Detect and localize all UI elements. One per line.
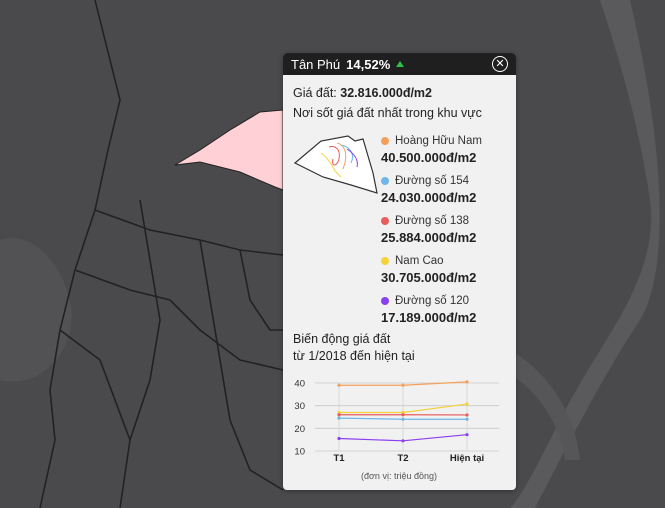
data-point bbox=[337, 413, 341, 417]
y-tick-label: 10 bbox=[294, 447, 305, 458]
legend-dot bbox=[381, 297, 389, 305]
legend-item: Hoàng Hữu Nam 40.500.000đ/m2 bbox=[381, 133, 513, 173]
district-name: Tân Phú bbox=[291, 56, 341, 72]
x-tick-label: T2 bbox=[397, 453, 408, 464]
data-point bbox=[401, 383, 405, 387]
data-point bbox=[337, 436, 341, 441]
river-branch bbox=[0, 238, 72, 382]
price-trend-chart: 10 20 30 40 T1 T2 Hiện tại (đơn vị: triệu đồng… bbox=[294, 379, 499, 481]
chart-title-line1: Biến động giá đất bbox=[293, 332, 391, 346]
street-legend: Hoàng Hữu Nam 40.500.000đ/m2 Đường số 15… bbox=[381, 133, 513, 333]
change-percent: 14,52% bbox=[346, 56, 391, 72]
street-name: Đường số 120 bbox=[395, 295, 470, 307]
street-name: Hoàng Hữu Nam bbox=[395, 135, 482, 147]
legend-item: Đường số 120 17.189.000đ/m2 bbox=[381, 293, 513, 333]
street-name: Đường số 138 bbox=[395, 215, 470, 227]
data-point bbox=[401, 413, 405, 417]
legend-dot bbox=[381, 257, 389, 265]
data-point bbox=[337, 416, 341, 420]
legend-dot bbox=[381, 217, 389, 225]
y-tick-label: 30 bbox=[294, 401, 305, 412]
data-point bbox=[401, 439, 405, 443]
data-point bbox=[337, 383, 341, 387]
chart-title: Biến động giá đất từ 1/2018 đến hiện tại bbox=[293, 331, 415, 365]
legend-item: Nam Cao 30.705.000đ/m2 bbox=[381, 253, 513, 293]
district-boundaries bbox=[39, 0, 284, 508]
arrow-up-icon bbox=[396, 61, 405, 67]
street-price: 40.500.000đ/m2 bbox=[381, 150, 477, 165]
land-price: Giá đất: 32.816.000đ/m2 bbox=[293, 86, 432, 100]
street-mini-map bbox=[293, 135, 378, 194]
river bbox=[510, 0, 660, 508]
hotspot-subtitle: Nơi sốt giá đất nhất trong khu vực bbox=[293, 106, 482, 120]
tan-phu-district[interactable] bbox=[174, 109, 284, 191]
legend-dot bbox=[381, 137, 389, 145]
legend-item: Đường số 154 24.030.000đ/m2 bbox=[381, 173, 513, 213]
chart-title-line2: từ 1/2018 đến hiện tại bbox=[293, 349, 415, 363]
data-point bbox=[401, 417, 405, 421]
close-icon[interactable]: ✕ bbox=[492, 56, 508, 72]
legend-dot bbox=[381, 177, 389, 185]
data-point bbox=[465, 413, 469, 417]
data-point bbox=[465, 402, 469, 406]
x-tick-label: T1 bbox=[333, 453, 345, 464]
data-point bbox=[465, 380, 469, 384]
unit-note: (đơn vị: triệu đồng) bbox=[361, 471, 437, 481]
data-point bbox=[465, 417, 469, 421]
land-price-value: 32.816.000đ/m2 bbox=[340, 86, 433, 100]
district-popup: Tân Phú 14,52% ✕ Giá đất: 32.816.000đ/m2… bbox=[283, 53, 516, 490]
y-tick-label: 20 bbox=[294, 424, 305, 435]
street-name: Đường số 154 bbox=[395, 175, 470, 187]
y-tick-label: 40 bbox=[294, 379, 305, 390]
popup-header: Tân Phú 14,52% ✕ bbox=[283, 53, 516, 75]
street-price: 24.030.000đ/m2 bbox=[381, 190, 477, 205]
street-price: 25.884.000đ/m2 bbox=[381, 230, 477, 245]
street-name: Nam Cao bbox=[395, 255, 444, 267]
data-point bbox=[465, 433, 469, 437]
land-price-label: Giá đất: bbox=[293, 86, 337, 100]
x-tick-label: Hiện tại bbox=[450, 453, 484, 464]
street-price: 30.705.000đ/m2 bbox=[381, 270, 477, 285]
street-price: 17.189.000đ/m2 bbox=[381, 310, 477, 325]
legend-item: Đường số 138 25.884.000đ/m2 bbox=[381, 213, 513, 253]
